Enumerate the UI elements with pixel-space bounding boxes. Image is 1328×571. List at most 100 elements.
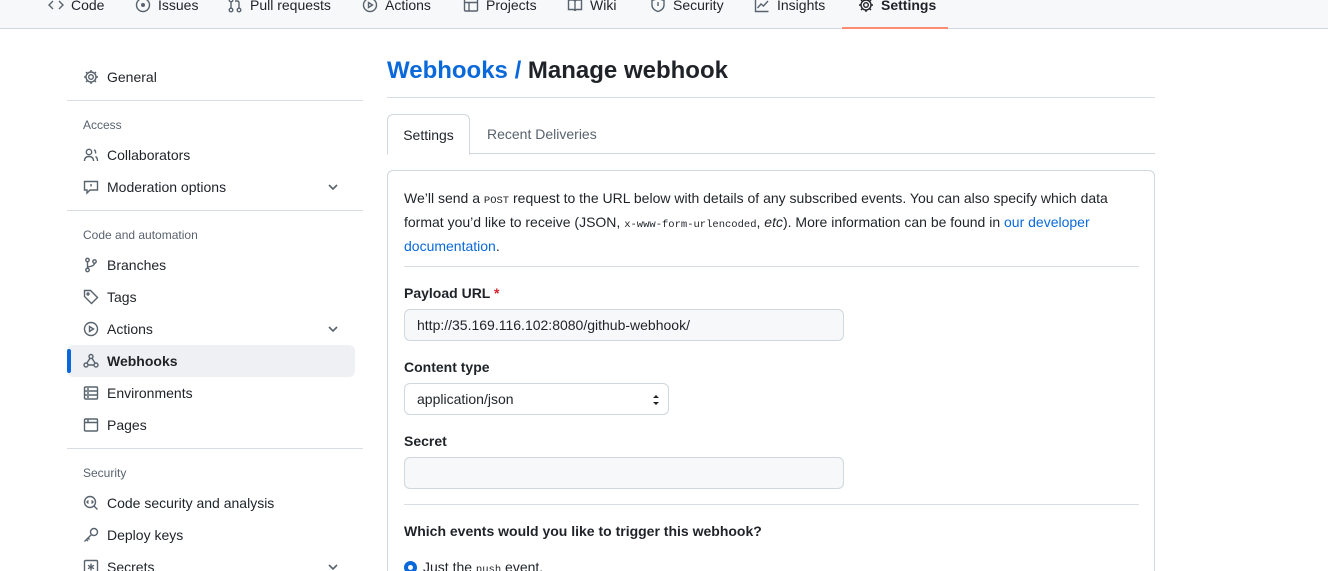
payload-url-label: Payload URL * bbox=[404, 285, 500, 301]
form-divider bbox=[404, 504, 1139, 505]
tab-security-label: Security bbox=[673, 0, 724, 13]
code-icon bbox=[48, 0, 64, 10]
chevron-down-icon bbox=[328, 184, 338, 191]
sidebar-item-label: Actions bbox=[107, 321, 153, 337]
tab-actions[interactable]: Actions bbox=[362, 0, 431, 16]
tab-settings[interactable]: Settings bbox=[387, 114, 470, 155]
tab-insights-label: Insights bbox=[777, 0, 826, 13]
tab-actions-label: Actions bbox=[385, 0, 431, 13]
sidebar-item-moderation-options[interactable]: Moderation options bbox=[67, 171, 355, 203]
sidebar-divider bbox=[67, 100, 363, 101]
sidebar-item-label: Pages bbox=[107, 417, 147, 433]
chevron-down-icon bbox=[328, 326, 338, 333]
breadcrumb-webhooks[interactable]: Webhooks bbox=[387, 57, 508, 84]
webhook-tabs: Settings Recent Deliveries bbox=[387, 114, 1155, 155]
tab-issues[interactable]: Issues bbox=[135, 0, 198, 16]
sidebar-group-security: Security bbox=[83, 466, 127, 480]
tab-settings-label: Settings bbox=[881, 0, 937, 13]
asterisk-icon bbox=[83, 559, 99, 571]
settings-sidebar: General Access Collaborators Moderation … bbox=[67, 29, 363, 571]
tab-wiki[interactable]: Wiki bbox=[567, 0, 616, 16]
events-question: Which events would you like to trigger t… bbox=[404, 523, 762, 539]
tab-issues-label: Issues bbox=[158, 0, 199, 13]
page-title: Webhooks / Manage webhook bbox=[387, 57, 728, 85]
sidebar-item-label: Code security and analysis bbox=[107, 495, 275, 511]
shield-icon bbox=[651, 0, 665, 13]
key-icon bbox=[84, 527, 99, 542]
form-divider bbox=[404, 266, 1139, 267]
sidebar-item-deploy-keys[interactable]: Deploy keys bbox=[67, 519, 355, 551]
form-urlencoded-code: x-www-form-urlencoded bbox=[624, 219, 757, 231]
book-icon bbox=[567, 0, 583, 12]
sidebar-item-actions[interactable]: Actions bbox=[67, 313, 355, 345]
tab-code[interactable]: Code bbox=[48, 0, 104, 16]
people-icon bbox=[83, 148, 99, 162]
sidebar-item-label: Webhooks bbox=[107, 353, 178, 369]
tab-projects[interactable]: Projects bbox=[463, 0, 537, 16]
webhook-form: We’ll send a POST request to the URL bel… bbox=[387, 170, 1155, 571]
play-icon bbox=[83, 321, 99, 337]
server-icon bbox=[83, 386, 99, 400]
sidebar-item-label: Environments bbox=[107, 385, 193, 401]
sidebar-item-environments[interactable]: Environments bbox=[67, 377, 355, 409]
codescan-icon bbox=[83, 495, 98, 510]
sidebar-group-code-automation: Code and automation bbox=[83, 228, 198, 242]
sidebar-item-label: General bbox=[107, 69, 157, 85]
sidebar-item-label: Branches bbox=[107, 257, 167, 273]
tab-insights[interactable]: Insights bbox=[754, 0, 825, 16]
radio-just-push[interactable]: Just the push event. bbox=[404, 559, 543, 571]
sidebar-item-label: Secrets bbox=[107, 559, 155, 571]
main-content: Webhooks / Manage webhook Settings Recen… bbox=[387, 29, 1155, 571]
report-icon bbox=[83, 180, 99, 195]
page-title-text: Manage webhook bbox=[527, 57, 728, 84]
gear-icon bbox=[84, 70, 98, 84]
sidebar-item-pages[interactable]: Pages bbox=[67, 409, 355, 441]
secret-input[interactable] bbox=[404, 457, 844, 489]
select-arrows-icon bbox=[653, 395, 659, 405]
tab-projects-label: Projects bbox=[486, 0, 537, 13]
post-code: POST bbox=[483, 195, 510, 207]
tag-icon bbox=[83, 289, 99, 305]
sidebar-item-label: Collaborators bbox=[107, 147, 191, 163]
sidebar-group-access: Access bbox=[83, 118, 122, 132]
sidebar-item-label: Deploy keys bbox=[107, 527, 184, 543]
sidebar-item-branches[interactable]: Branches bbox=[67, 249, 355, 281]
content-type-value: application/json bbox=[417, 391, 514, 407]
sidebar-item-secrets[interactable]: Secrets bbox=[67, 551, 355, 571]
radio-button-checked[interactable] bbox=[404, 561, 417, 571]
tab-pull-requests-label: Pull requests bbox=[250, 0, 331, 13]
sidebar-item-code-security[interactable]: Code security and analysis bbox=[67, 487, 355, 519]
tab-recent-deliveries[interactable]: Recent Deliveries bbox=[487, 114, 597, 154]
table-icon bbox=[463, 0, 479, 12]
tab-settings[interactable]: Settings bbox=[858, 0, 936, 16]
repo-nav: Code Issues Pull requests Actions Projec… bbox=[0, 0, 1328, 29]
required-mark: * bbox=[494, 285, 500, 301]
pull-request-icon bbox=[228, 0, 242, 13]
tab-wiki-label: Wiki bbox=[590, 0, 617, 13]
content-type-select[interactable]: application/json bbox=[404, 383, 669, 415]
sidebar-item-label: Tags bbox=[107, 289, 137, 305]
browser-icon bbox=[83, 418, 99, 432]
branch-icon bbox=[85, 257, 97, 273]
sidebar-divider bbox=[67, 448, 363, 449]
sidebar-item-collaborators[interactable]: Collaborators bbox=[67, 139, 355, 171]
title-divider bbox=[387, 97, 1155, 98]
sidebar-item-general[interactable]: General bbox=[67, 61, 355, 93]
chevron-down-icon bbox=[328, 564, 338, 571]
tab-security[interactable]: Security bbox=[650, 0, 724, 16]
sidebar-item-tags[interactable]: Tags bbox=[67, 281, 355, 313]
issue-icon bbox=[135, 0, 151, 13]
tab-code-label: Code bbox=[71, 0, 105, 13]
sidebar-item-label: Moderation options bbox=[107, 179, 227, 195]
sidebar-item-webhooks[interactable]: Webhooks bbox=[67, 345, 355, 377]
sidebar-divider bbox=[67, 210, 363, 211]
content-type-label: Content type bbox=[404, 359, 490, 375]
secret-label: Secret bbox=[404, 433, 447, 449]
webhook-icon bbox=[83, 353, 99, 368]
radio-label: Just the push event. bbox=[423, 559, 544, 571]
payload-url-input[interactable]: http://35.169.116.102:8080/github-webhoo… bbox=[404, 309, 844, 341]
intro-text: We’ll send a POST request to the URL bel… bbox=[404, 190, 1108, 254]
gear-icon bbox=[859, 0, 873, 12]
breadcrumb-separator: / bbox=[514, 57, 522, 84]
tab-pull-requests[interactable]: Pull requests bbox=[227, 0, 331, 16]
